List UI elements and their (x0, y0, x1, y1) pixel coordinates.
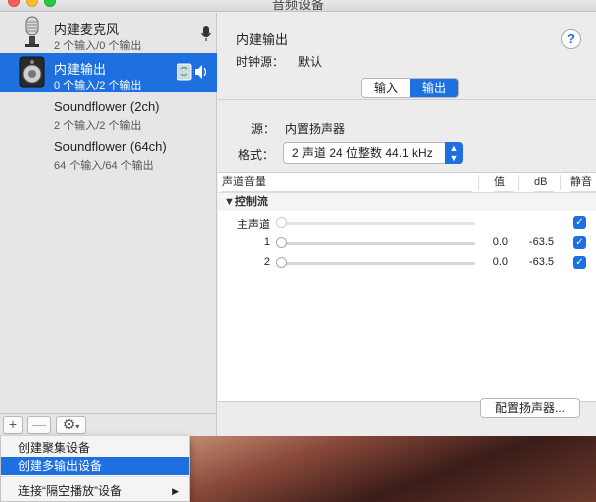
gear-popup-menu: 创建聚集设备 创建多输出设备 连接“隔空播放”设备 ▶ (0, 436, 190, 502)
mute-checkbox[interactable]: ✓ (573, 256, 586, 269)
help-button[interactable]: ? (561, 29, 581, 49)
volume-slider-knob[interactable] (276, 257, 287, 268)
device-item-builtin-output[interactable]: 内建输出 0 个输入/2 个输出 (0, 53, 217, 92)
volume-slider-track[interactable] (282, 242, 475, 245)
menu-item-create-multi-output-device[interactable]: 创建多输出设备 (1, 457, 189, 475)
device-channels: 2 个输入/2 个输出 (54, 120, 142, 132)
clock-source-value[interactable]: 默认 (298, 53, 322, 70)
device-name: 内建麦克风 (54, 22, 120, 37)
device-title: 内建输出 (236, 32, 289, 47)
tab-input[interactable]: 输入 (362, 79, 410, 97)
tab-output[interactable]: 输出 (410, 79, 459, 97)
source-value: 内置扬声器 (285, 122, 346, 136)
device-item-builtin-mic[interactable]: 内建麦克风 2 个输入/0 个输出 (0, 13, 217, 52)
sidebar-toolbar: + — ⚙▾ (0, 413, 217, 436)
column-header-volume[interactable]: 声道音量 (222, 173, 472, 192)
output-speaker-icon (176, 63, 211, 84)
volume-slider-track[interactable] (282, 262, 475, 265)
device-channels: 64 个输入/64 个输出 (54, 160, 154, 172)
device-name: 内建输出 (54, 62, 107, 77)
menu-item-create-aggregate-device[interactable]: 创建聚集设备 (1, 439, 189, 457)
column-divider (478, 175, 479, 190)
channel-db: -63.5 (528, 256, 554, 268)
device-channels: 0 个输入/2 个输出 (54, 80, 142, 92)
menu-item-connect-airplay-device[interactable]: 连接“隔空播放”设备 ▶ (1, 482, 189, 500)
volume-slider-track[interactable] (282, 222, 475, 225)
format-select[interactable]: 2 声道 24 位整数 44.1 kHz ▲ ▼ (283, 142, 463, 164)
table-row: 1 0.0 -63.5 ✓ (218, 233, 596, 253)
source-label: 源： (251, 122, 276, 136)
speaker-icon (18, 56, 46, 88)
menu-item-label: 连接“隔空播放”设备 (18, 484, 122, 498)
column-header-db[interactable]: dB (534, 173, 554, 192)
device-name: Soundflower (64ch) (54, 139, 167, 154)
output-settings-panel: 源： 内置扬声器 格式： 2 声道 24 位整数 44.1 kHz ▲ ▼ 声道音… (218, 99, 596, 419)
channel-db: -63.5 (528, 236, 554, 248)
microphone-icon (18, 16, 46, 48)
channel-value: 0.0 (492, 256, 508, 268)
volume-slider-knob[interactable] (276, 217, 287, 228)
column-header-mute[interactable]: 静音 (570, 173, 596, 192)
up-down-chevron-icon: ▲ ▼ (445, 142, 463, 164)
channel-label: 1 (263, 236, 270, 248)
group-row-control-stream[interactable]: ▼控制流 (218, 193, 596, 211)
clock-source-label: 时钟源： (236, 55, 285, 69)
volume-slider-knob[interactable] (276, 237, 287, 248)
menu-separator (1, 476, 189, 477)
add-device-button[interactable]: + (3, 416, 23, 434)
configure-speakers-button[interactable]: 配置扬声器... (480, 398, 580, 418)
input-microphone-icon (200, 26, 212, 45)
chevron-down-icon: ▾ (75, 422, 80, 431)
channel-label: 2 (263, 256, 270, 268)
device-item-soundflower-2ch[interactable]: Soundflower (2ch) 2 个输入/2 个输出 (0, 93, 217, 132)
mute-checkbox[interactable]: ✓ (573, 216, 586, 229)
submenu-arrow-icon: ▶ (172, 486, 179, 496)
channel-label: 主声道 (237, 219, 270, 231)
device-list: 内建麦克风 2 个输入/0 个输出 内建输出 0 个输入/2 个输出 Sound… (0, 13, 217, 413)
channel-volume-table: 声道音量 值 dB 静音 ▼控制流 主声道 ✓ 1 0.0 -63.5 ✓ 2 … (218, 172, 596, 402)
device-channels: 2 个输入/0 个输出 (54, 40, 142, 52)
column-divider (560, 175, 561, 190)
table-row: 主声道 ✓ (218, 213, 596, 233)
remove-device-button[interactable]: — (27, 416, 51, 434)
gear-icon: ⚙ (62, 416, 76, 432)
device-name: Soundflower (2ch) (54, 99, 160, 114)
mute-checkbox[interactable]: ✓ (573, 236, 586, 249)
column-header-value[interactable]: 值 (494, 173, 514, 192)
device-detail-pane: 内建输出 时钟源： 默认 ? 输入 输出 源： 内置扬声器 格式： 2 声道 2… (218, 13, 596, 436)
device-item-soundflower-64ch[interactable]: Soundflower (64ch) 64 个输入/64 个输出 (0, 133, 217, 172)
format-label: 格式： (238, 148, 275, 162)
gear-menu-button[interactable]: ⚙▾ (56, 416, 86, 434)
io-segmented-control: 输入 输出 (361, 78, 460, 98)
column-divider (518, 175, 519, 190)
title-bar: 音频设备 (0, 0, 596, 12)
channel-value: 0.0 (492, 236, 508, 248)
window-title: 音频设备 (271, 0, 324, 12)
audio-devices-window: 音频设备 内建麦克风 2 个输入/0 个输出 内建输出 0 个输入/2 个输出 … (0, 0, 596, 436)
format-value: 2 声道 24 位整数 44.1 kHz (292, 146, 433, 160)
table-row: 2 0.0 -63.5 ✓ (218, 253, 596, 273)
